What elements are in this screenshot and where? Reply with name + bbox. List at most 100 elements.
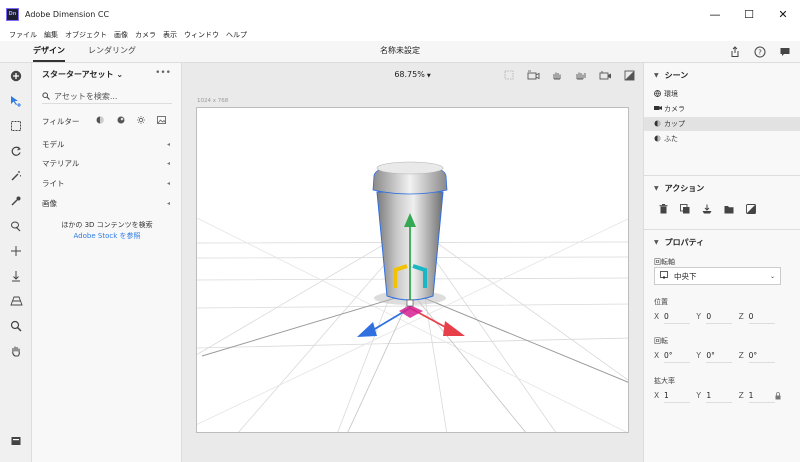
rotation-x-input[interactable]: 0° <box>664 351 690 363</box>
archive-icon[interactable] <box>8 433 24 449</box>
camera-pan-icon[interactable] <box>549 68 565 82</box>
lock-scale-icon[interactable] <box>775 392 781 402</box>
pivot-value: 中央下 <box>674 271 697 281</box>
camera-bookmark-icon[interactable] <box>597 68 613 82</box>
menu-object[interactable]: オブジェクト <box>65 30 107 40</box>
orbit-tool-icon[interactable] <box>8 143 24 159</box>
camera-dolly-icon[interactable] <box>573 68 589 82</box>
drop-to-ground-action-icon[interactable] <box>700 202 714 216</box>
menu-help[interactable]: ヘルプ <box>226 30 247 40</box>
position-fields: X0 Y0 Z0 <box>654 312 781 324</box>
delete-icon[interactable] <box>656 202 670 216</box>
section-materials[interactable]: マテリアル ◂ <box>42 157 170 169</box>
help-icon[interactable]: ? <box>752 44 767 59</box>
menu-file[interactable]: ファイル <box>9 30 37 40</box>
select-tool-icon[interactable] <box>8 93 24 109</box>
chevron-down-icon: ▼ <box>654 239 659 246</box>
minimize-button[interactable]: — <box>698 0 732 28</box>
scale-x-input[interactable]: 1 <box>664 391 690 403</box>
properties-panel: ▼ シーン 環境 カメラ カップ ふた ▼ アクション ▼ プロパティ 回転軸 … <box>643 63 800 462</box>
tool-bar <box>0 63 32 462</box>
horizon-tool-icon[interactable] <box>8 293 24 309</box>
window-title: Adobe Dimension CC <box>25 9 110 19</box>
tab-design[interactable]: デザイン <box>33 41 65 62</box>
filter-lights-icon[interactable] <box>131 116 151 126</box>
model-icon <box>654 120 664 129</box>
panel-divider <box>644 175 800 176</box>
eyedropper-icon[interactable] <box>8 193 24 209</box>
stock-prompt: ほかの 3D コンテンツを検索 Adobe Stock を参照 <box>32 220 182 242</box>
section-lights[interactable]: ライト ◂ <box>42 177 170 189</box>
frame-select-icon[interactable] <box>8 118 24 134</box>
scene-item-camera[interactable]: カメラ <box>644 102 800 116</box>
scale-fields: X1 Y1 Z1 <box>654 391 781 403</box>
scale-label: 拡大率 <box>654 377 675 385</box>
chevron-left-icon: ◂ <box>166 199 170 207</box>
hand-tool-icon[interactable] <box>8 343 24 359</box>
position-label: 位置 <box>654 298 668 306</box>
chevron-down-icon: ▼ <box>426 73 431 79</box>
close-button[interactable]: ✕ <box>766 0 800 28</box>
assets-panel: スターターアセット ⌄ ••• フィルター モデル◂ マテリアル◂ ライト◂ 画… <box>32 63 182 462</box>
frame-icon[interactable] <box>501 68 517 82</box>
group-folder-icon[interactable] <box>722 202 736 216</box>
chevron-down-icon: ▼ <box>654 185 659 192</box>
assets-panel-title[interactable]: スターターアセット ⌄ <box>42 69 123 80</box>
section-images[interactable]: 画像 ◂ <box>42 197 170 209</box>
add-icon[interactable] <box>8 68 24 84</box>
move-tool-icon[interactable] <box>8 243 24 259</box>
share-icon[interactable] <box>727 44 742 59</box>
zoom-icon[interactable] <box>8 318 24 334</box>
environment-icon <box>654 89 664 99</box>
menu-edit[interactable]: 編集 <box>44 30 58 40</box>
feedback-icon[interactable] <box>777 44 792 59</box>
drop-to-ground-icon[interactable] <box>8 268 24 284</box>
camera-orbit-icon[interactable] <box>525 68 541 82</box>
export-selection-icon[interactable] <box>744 202 758 216</box>
rotation-z-input[interactable]: 0° <box>748 351 775 363</box>
app-logo-icon: Dn <box>6 7 19 21</box>
position-y-input[interactable]: 0 <box>706 312 733 324</box>
svg-text:?: ? <box>758 48 762 56</box>
chevron-down-icon: ▼ <box>654 72 659 79</box>
more-options-icon[interactable]: ••• <box>155 68 171 78</box>
scene-item-environment[interactable]: 環境 <box>644 87 800 101</box>
maximize-button[interactable]: ☐ <box>732 0 766 28</box>
scale-y-input[interactable]: 1 <box>706 391 733 403</box>
chevron-down-icon: ⌄ <box>116 70 124 79</box>
render-preview-icon[interactable] <box>621 68 637 82</box>
filter-images-icon[interactable] <box>152 116 172 126</box>
title-bar: Dn Adobe Dimension CC — ☐ ✕ <box>0 0 800 28</box>
canvas-size-label: 1024 x 768 <box>197 98 229 104</box>
rotation-label: 回転 <box>654 337 668 345</box>
menu-camera[interactable]: カメラ <box>135 30 156 40</box>
chevron-down-icon: ⌄ <box>769 272 775 280</box>
chevron-left-icon: ◂ <box>166 159 170 167</box>
mode-tab-bar: デザイン レンダリング 名称未設定 ? <box>0 41 800 63</box>
stock-text: ほかの 3D コンテンツを検索 <box>61 221 153 229</box>
magic-wand-icon[interactable] <box>8 168 24 184</box>
asset-search-input[interactable] <box>54 92 164 101</box>
position-z-input[interactable]: 0 <box>748 312 775 324</box>
pivot-dropdown[interactable]: 中央下 ⌄ <box>654 267 781 285</box>
scene-header[interactable]: ▼ シーン <box>654 70 688 81</box>
position-x-input[interactable]: 0 <box>664 312 690 324</box>
properties-header[interactable]: ▼ プロパティ <box>654 237 704 248</box>
scene-item-cup[interactable]: カップ <box>644 117 800 131</box>
menu-window[interactable]: ウィンドウ <box>184 30 219 40</box>
rotation-y-input[interactable]: 0° <box>706 351 733 363</box>
filter-models-icon[interactable] <box>90 116 110 126</box>
magic-select-icon[interactable] <box>8 218 24 234</box>
scene-item-lid[interactable]: ふた <box>644 132 800 146</box>
duplicate-icon[interactable] <box>678 202 692 216</box>
menu-image[interactable]: 画像 <box>114 30 128 40</box>
adobe-stock-link[interactable]: Adobe Stock を参照 <box>32 231 182 242</box>
actions-header[interactable]: ▼ アクション <box>654 183 704 194</box>
3d-viewport[interactable] <box>196 107 629 433</box>
menu-view[interactable]: 表示 <box>163 30 177 40</box>
tab-render[interactable]: レンダリング <box>88 41 136 62</box>
section-models[interactable]: モデル ◂ <box>42 138 170 150</box>
filter-materials-icon[interactable] <box>111 116 131 126</box>
zoom-level[interactable]: 68.75% <box>394 70 425 79</box>
scale-z-input[interactable]: 1 <box>748 391 775 403</box>
